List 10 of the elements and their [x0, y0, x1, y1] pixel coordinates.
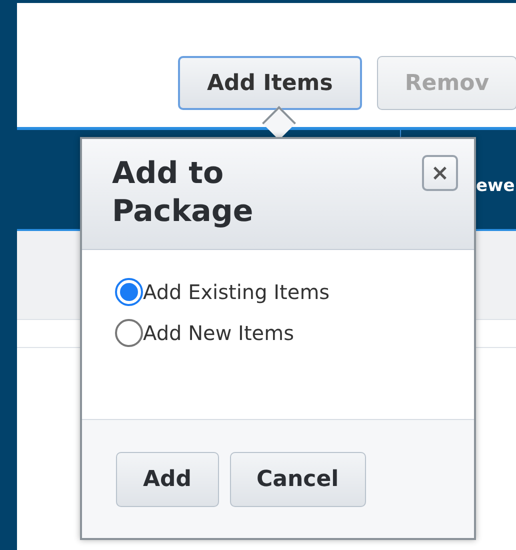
radio-button[interactable] [115, 319, 143, 347]
popover-title: Add to Package [112, 155, 254, 231]
option-label: Add New Items [143, 321, 294, 345]
add-button[interactable]: Add [116, 452, 219, 506]
option-label: Add Existing Items [143, 280, 330, 304]
column-header: ewe [476, 176, 515, 196]
radio-button[interactable] [115, 278, 143, 306]
add-items-button[interactable]: Add Items [178, 56, 362, 110]
close-button[interactable]: × [422, 155, 458, 191]
cancel-button[interactable]: Cancel [230, 452, 366, 506]
